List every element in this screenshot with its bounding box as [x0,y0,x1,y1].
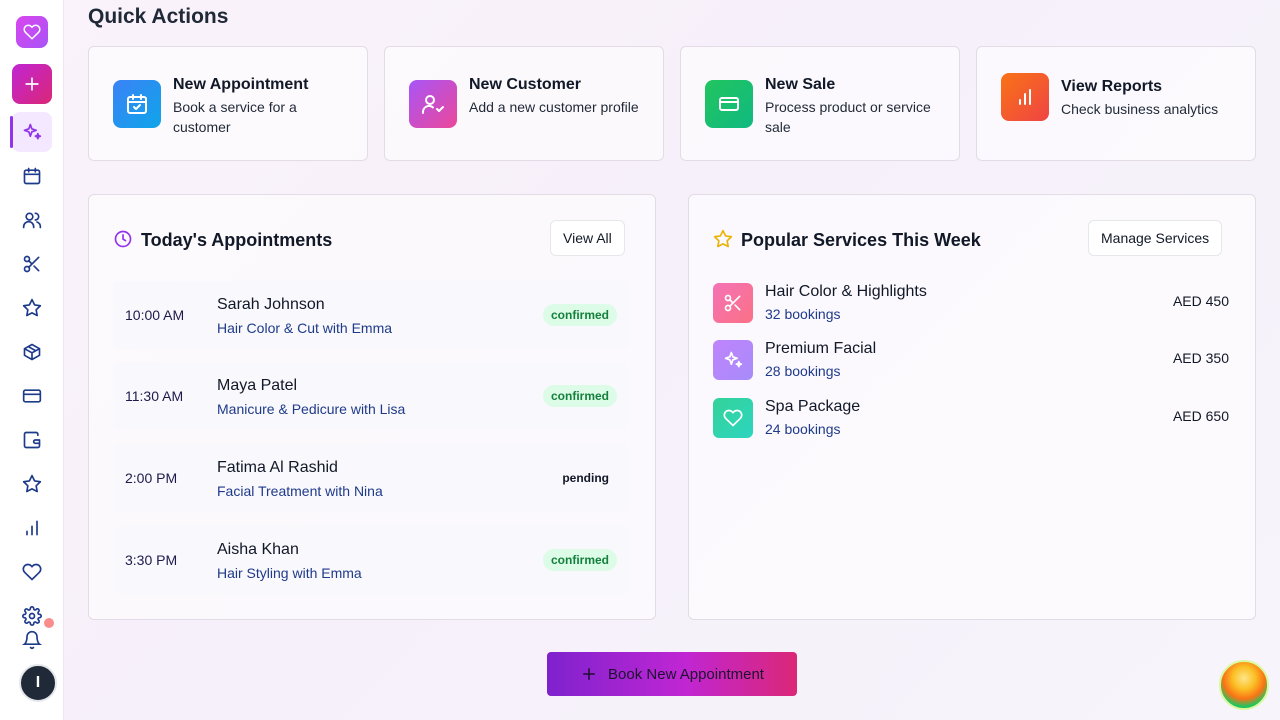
star-icon [22,474,42,493]
star-icon [22,298,42,317]
credit-card-icon [705,80,753,128]
quick-action-desc: Check business analytics [1061,101,1219,117]
book-new-appointment-button[interactable]: Book New Appointment [547,652,797,696]
service-bookings: 24 bookings [765,421,841,437]
quick-action-new-appointment[interactable]: New Appointment Book a service for a cus… [88,46,368,161]
quick-action-title: View Reports [1061,78,1163,95]
heart-icon [22,563,42,581]
assistant-avatar[interactable] [1219,660,1269,710]
sidebar-item-dashboard[interactable] [10,112,52,152]
sidebar-item-loyalty[interactable] [12,552,52,592]
clock-icon [114,230,132,248]
service-price: AED 450 [1172,293,1229,309]
scissors-icon [23,255,40,273]
star-icon [713,229,733,248]
sidebar-item-services[interactable] [12,244,52,284]
bar-chart-icon [26,520,38,536]
book-button-label: Book New Appointment [608,665,764,683]
quick-action-title: New Appointment [173,76,309,93]
quick-action-title: New Customer [469,76,582,93]
user-check-icon [409,80,457,128]
sidebar-item-calendar[interactable] [12,156,52,196]
quick-action-new-customer[interactable]: New Customer Add a new customer profile [384,46,664,161]
notification-dot [44,618,54,628]
bell-icon [22,630,42,650]
bar-chart-icon [1001,73,1049,121]
appointment-row[interactable]: 11:30 AM Maya Patel Manicure & Pedicure … [113,362,629,430]
service-name: Premium Facial [765,340,877,357]
appointment-service: Facial Treatment with Nina [217,483,383,499]
quick-action-desc: Book a service for a customer [173,99,297,135]
appointment-row[interactable]: 2:00 PM Fatima Al Rashid Facial Treatmen… [113,444,629,512]
status-badge: confirmed [542,304,617,326]
appointment-time: 10:00 AM [125,307,185,323]
service-item[interactable]: Hair Color & Highlights 32 bookings AED … [713,282,1229,324]
service-bookings: 32 bookings [765,306,841,322]
app-logo-heart-icon[interactable] [16,16,48,48]
service-price: AED 350 [1172,350,1229,366]
service-bookings: 28 bookings [765,363,841,379]
sidebar-item-customers[interactable] [12,200,52,240]
sparkles-icon [23,123,42,140]
appointment-row[interactable]: 10:00 AM Sarah Johnson Hair Color & Cut … [113,281,629,349]
wallet-icon [23,431,41,449]
appointment-customer: Sarah Johnson [217,296,325,313]
quick-action-desc: Process product or service sale [765,99,931,135]
appointment-time: 11:30 AM [125,388,184,404]
appointment-service: Manicure & Pedicure with Lisa [217,401,406,417]
quick-action-new-sale[interactable]: New Sale Process product or service sale [680,46,960,161]
appointment-service: Hair Color & Cut with Emma [217,320,393,336]
page-title: Quick Actions [88,5,229,28]
plus-icon [583,668,596,680]
service-item[interactable]: Premium Facial 28 bookings AED 350 [713,339,1229,381]
calendar-check-icon [113,80,161,128]
appointment-customer: Maya Patel [217,377,298,394]
package-icon [23,343,41,361]
panel-title: Today's Appointments [141,230,333,250]
sidebar-item-reviews[interactable] [12,288,52,328]
service-item[interactable]: Spa Package 24 bookings AED 650 [713,397,1229,439]
status-badge: confirmed [542,385,617,407]
quick-action-view-reports[interactable]: View Reports Check business analytics [976,46,1256,161]
status-badge: confirmed [542,549,617,571]
status-badge: pending [562,471,609,485]
calendar-icon [23,167,41,185]
heart-icon [713,398,753,438]
sparkles-icon [713,340,753,380]
panel-title: Popular Services This Week [741,230,981,250]
appointment-customer: Fatima Al Rashid [217,459,338,476]
view-all-button[interactable]: View All [550,220,625,256]
sidebar-item-reports[interactable] [12,508,52,548]
popular-services-panel: Popular Services This Week Manage Servic… [688,194,1256,620]
sidebar-item-payments[interactable] [12,376,52,416]
quick-action-desc: Add a new customer profile [469,99,639,115]
user-initial: I [35,674,41,691]
appointment-time: 3:30 PM [125,552,178,568]
sidebar-item-favorites[interactable] [12,464,52,504]
sidebar-item-wallet[interactable] [12,420,52,460]
users-icon [22,212,42,229]
sidebar-item-inventory[interactable] [12,332,52,372]
appointment-customer: Aisha Khan [217,541,299,558]
user-avatar[interactable]: I [19,664,57,702]
scissors-icon [713,283,753,323]
appointment-service: Hair Styling with Emma [217,565,362,581]
appointment-row[interactable]: 3:30 PM Aisha Khan Hair Styling with Emm… [113,526,629,594]
credit-card-icon [22,389,42,403]
sidebar-add-button[interactable] [12,64,52,104]
manage-services-button[interactable]: Manage Services [1088,220,1223,256]
service-price: AED 650 [1172,408,1229,424]
sidebar: I [0,0,64,720]
service-name: Spa Package [765,398,861,415]
todays-appointments-panel: Today's Appointments View All 10:00 AM S… [88,194,656,620]
service-name: Hair Color & Highlights [765,283,927,300]
appointment-time: 2:00 PM [125,470,178,486]
quick-action-title: New Sale [765,76,836,93]
